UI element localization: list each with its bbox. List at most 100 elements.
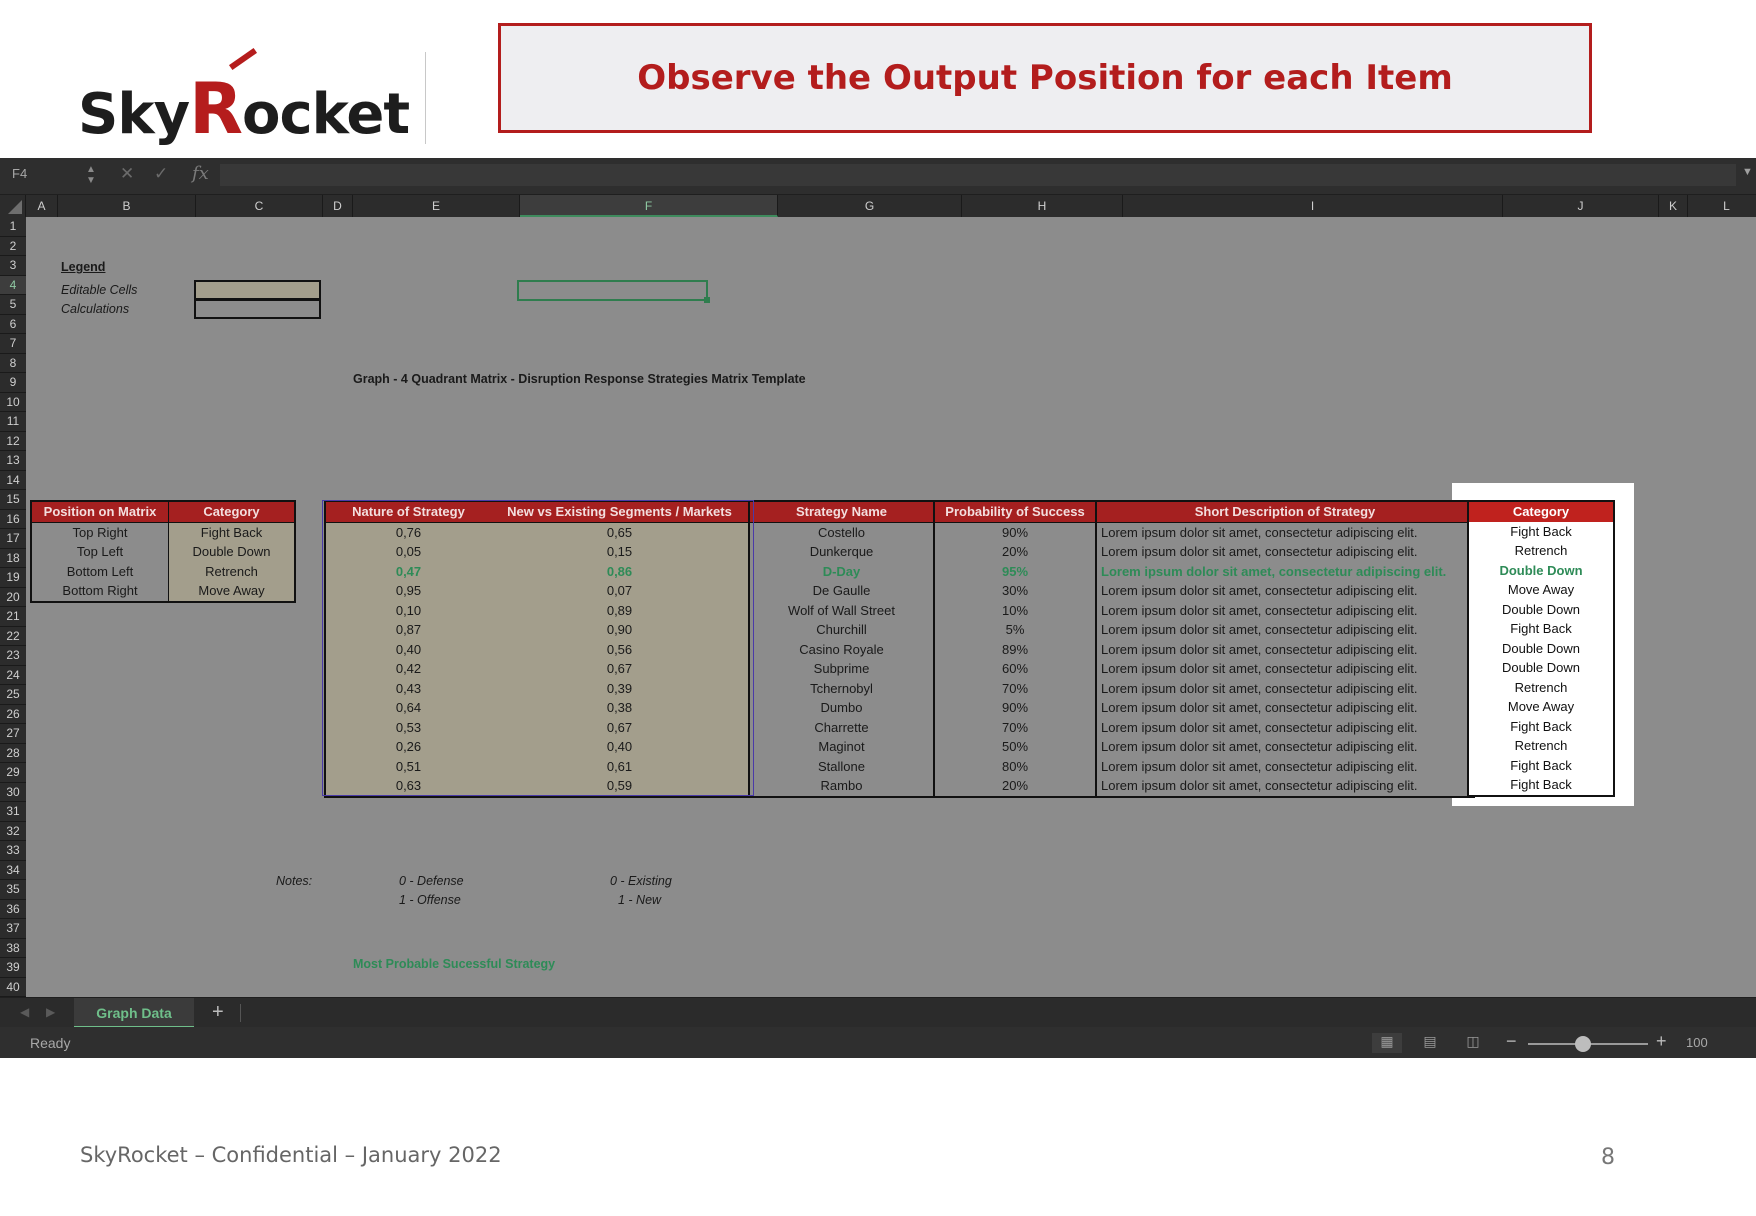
output-cell[interactable]: Double Down	[1468, 658, 1614, 678]
function-icon[interactable]: fx	[192, 163, 209, 184]
strategy-cell[interactable]: 80%	[934, 756, 1097, 776]
row-header-40[interactable]: 40	[0, 978, 26, 997]
zoom-in-icon[interactable]: +	[1656, 1031, 1667, 1052]
strategy-cell[interactable]: Stallone	[749, 756, 935, 776]
row-header-3[interactable]: 3	[0, 256, 26, 276]
strategy-cell[interactable]: Lorem ipsum dolor sit amet, consectetur …	[1096, 561, 1474, 581]
row-header-38[interactable]: 38	[0, 939, 26, 958]
strategy-cell[interactable]: 0,39	[491, 678, 750, 698]
strategy-cell[interactable]: 70%	[934, 717, 1097, 737]
row-header-29[interactable]: 29	[0, 763, 26, 783]
strategy-cell[interactable]: Dunkerque	[749, 542, 935, 562]
strategy-cell[interactable]: 0,15	[491, 542, 750, 562]
row-header-27[interactable]: 27	[0, 724, 26, 744]
column-header-d[interactable]: D	[323, 195, 353, 217]
active-cell-f4[interactable]	[517, 280, 710, 303]
column-header-l[interactable]: L	[1688, 195, 1756, 217]
strategy-cell[interactable]: Lorem ipsum dolor sit amet, consectetur …	[1096, 678, 1474, 698]
legend-calculations-swatch[interactable]	[194, 299, 321, 319]
strategy-cell[interactable]: Subprime	[749, 659, 935, 679]
legend-cell[interactable]: Top Left	[31, 542, 169, 562]
formula-input[interactable]	[220, 164, 1736, 186]
strategy-cell[interactable]: Tchernobyl	[749, 678, 935, 698]
strategy-cell[interactable]: 30%	[934, 581, 1097, 601]
output-cell[interactable]: Fight Back	[1468, 619, 1614, 639]
output-cell[interactable]: Fight Back	[1468, 521, 1614, 541]
strategy-cell[interactable]: 0,40	[325, 639, 491, 659]
row-header-20[interactable]: 20	[0, 588, 26, 607]
strategy-cell[interactable]: 0,63	[325, 776, 491, 797]
row-header-15[interactable]: 15	[0, 490, 26, 510]
strategy-cell[interactable]: 0,05	[325, 542, 491, 562]
strategy-cell[interactable]: 0,87	[325, 620, 491, 640]
strategy-cell[interactable]: 0,51	[325, 756, 491, 776]
output-cell[interactable]: Fight Back	[1468, 755, 1614, 775]
output-cell[interactable]: Retrench	[1468, 541, 1614, 561]
row-header-7[interactable]: 7	[0, 334, 26, 354]
add-sheet-icon[interactable]: +	[212, 1001, 224, 1024]
column-header-h[interactable]: H	[962, 195, 1123, 217]
row-header-25[interactable]: 25	[0, 685, 26, 705]
column-header-c[interactable]: C	[196, 195, 323, 217]
strategy-cell[interactable]: Lorem ipsum dolor sit amet, consectetur …	[1096, 522, 1474, 542]
strategy-cell[interactable]: 10%	[934, 600, 1097, 620]
name-box-stepper-icon[interactable]: ▲ ▼	[86, 164, 96, 186]
strategy-cell[interactable]: Lorem ipsum dolor sit amet, consectetur …	[1096, 698, 1474, 718]
row-header-12[interactable]: 12	[0, 432, 26, 451]
row-header-23[interactable]: 23	[0, 646, 26, 666]
strategy-cell[interactable]: 0,61	[491, 756, 750, 776]
row-header-36[interactable]: 36	[0, 900, 26, 919]
confirm-icon[interactable]: ✓	[154, 164, 168, 184]
row-header-32[interactable]: 32	[0, 822, 26, 841]
row-header-4[interactable]: 4	[0, 275, 26, 295]
strategy-cell[interactable]: Lorem ipsum dolor sit amet, consectetur …	[1096, 737, 1474, 757]
output-cell[interactable]: Retrench	[1468, 677, 1614, 697]
row-header-31[interactable]: 31	[0, 802, 26, 822]
strategy-cell[interactable]: Dumbo	[749, 698, 935, 718]
strategy-cell[interactable]: 0,38	[491, 698, 750, 718]
row-header-34[interactable]: 34	[0, 861, 26, 880]
legend-cell[interactable]: Fight Back	[168, 522, 296, 542]
next-sheet-icon[interactable]: ▶	[46, 1005, 55, 1019]
strategy-cell[interactable]: 0,59	[491, 776, 750, 797]
strategy-cell[interactable]: 20%	[934, 776, 1097, 797]
strategy-cell[interactable]: 0,95	[325, 581, 491, 601]
strategy-cell[interactable]: 0,56	[491, 639, 750, 659]
strategy-cell[interactable]: 60%	[934, 659, 1097, 679]
output-cell[interactable]: Retrench	[1468, 736, 1614, 756]
column-header-f[interactable]: F	[520, 195, 778, 217]
strategy-cell[interactable]: 0,40	[491, 737, 750, 757]
row-header-24[interactable]: 24	[0, 666, 26, 685]
strategy-cell[interactable]: D-Day	[749, 561, 935, 581]
row-header-37[interactable]: 37	[0, 919, 26, 939]
strategy-cell[interactable]: 90%	[934, 522, 1097, 542]
strategy-cell[interactable]: 90%	[934, 698, 1097, 718]
normal-view-icon[interactable]: ▦	[1372, 1033, 1402, 1053]
strategy-cell[interactable]: 5%	[934, 620, 1097, 640]
row-header-16[interactable]: 16	[0, 510, 26, 529]
strategy-cell[interactable]: 0,86	[491, 561, 750, 581]
output-cell[interactable]: Move Away	[1468, 697, 1614, 717]
strategy-cell[interactable]: 0,10	[325, 600, 491, 620]
output-cell[interactable]: Fight Back	[1468, 775, 1614, 796]
strategy-cell[interactable]: 0,53	[325, 717, 491, 737]
strategy-cell[interactable]: Lorem ipsum dolor sit amet, consectetur …	[1096, 542, 1474, 562]
strategy-cell[interactable]: 0,64	[325, 698, 491, 718]
page-layout-view-icon[interactable]: ▤	[1415, 1033, 1445, 1053]
strategy-cell[interactable]: 0,26	[325, 737, 491, 757]
row-header-1[interactable]: 1	[0, 217, 26, 237]
row-header-22[interactable]: 22	[0, 627, 26, 646]
row-header-21[interactable]: 21	[0, 607, 26, 627]
legend-editable-swatch[interactable]	[194, 280, 321, 300]
row-header-18[interactable]: 18	[0, 549, 26, 568]
row-header-10[interactable]: 10	[0, 393, 26, 412]
row-header-2[interactable]: 2	[0, 237, 26, 256]
strategy-cell[interactable]: Charrette	[749, 717, 935, 737]
select-all-corner[interactable]	[0, 195, 26, 217]
strategy-cell[interactable]: Lorem ipsum dolor sit amet, consectetur …	[1096, 620, 1474, 640]
strategy-cell[interactable]: 0,42	[325, 659, 491, 679]
strategy-cell[interactable]: 20%	[934, 542, 1097, 562]
strategy-cell[interactable]: 50%	[934, 737, 1097, 757]
page-break-view-icon[interactable]: ◫	[1458, 1033, 1488, 1053]
column-header-g[interactable]: G	[778, 195, 962, 217]
